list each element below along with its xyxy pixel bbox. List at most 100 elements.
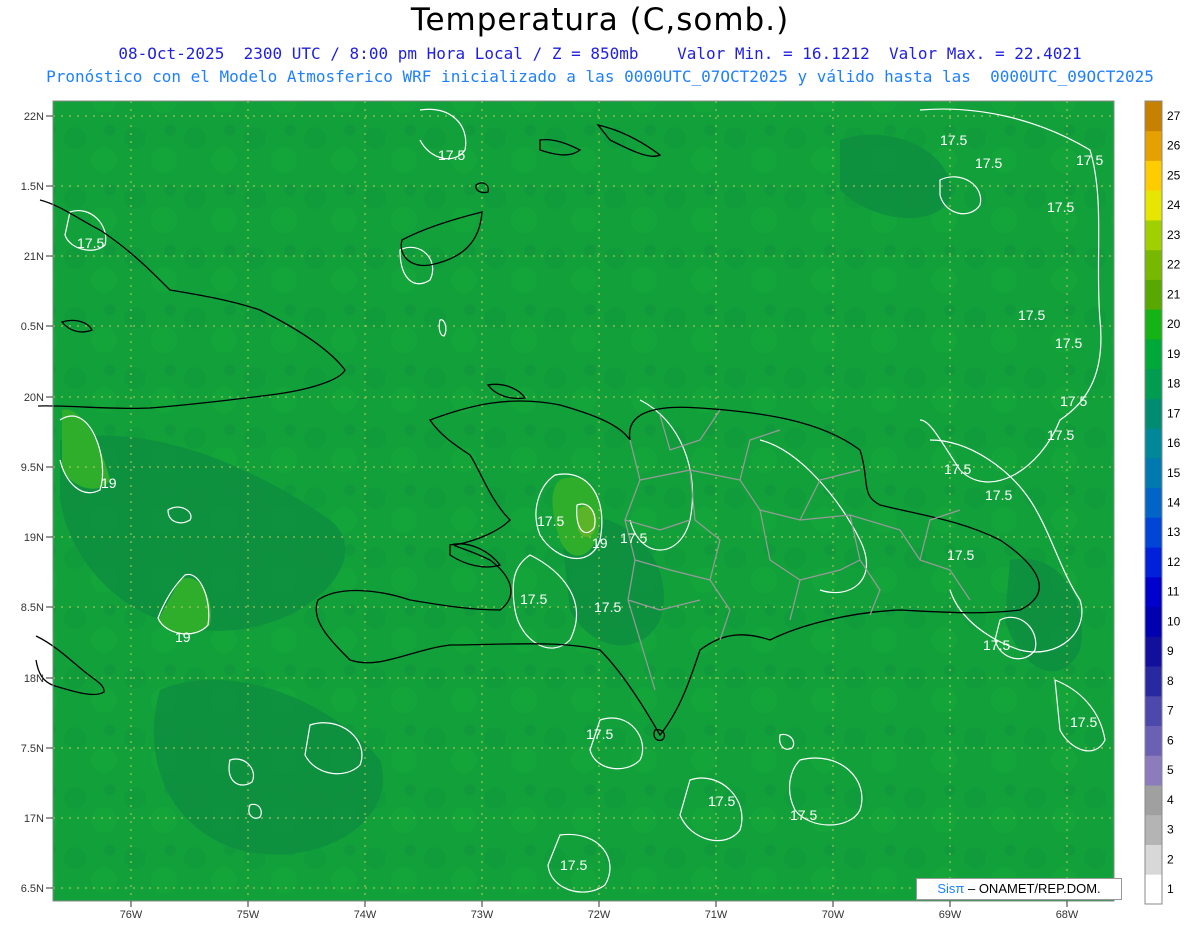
lat-label: 18N [24,673,44,685]
colorbar-label: 2 [1167,852,1174,866]
colorbar-swatch [1145,517,1162,548]
contour-label: 17.5 [438,147,465,163]
colorbar-label: 15 [1167,466,1181,480]
colorbar-swatch [1145,398,1162,429]
colorbar-swatch [1145,130,1162,161]
colorbar-label: 12 [1167,555,1181,569]
contour-label: 17.5 [586,726,613,742]
contour-label: 17.5 [983,637,1010,653]
contour-label: 17.5 [975,155,1002,171]
colorbar-swatch [1145,666,1162,697]
lon-label: 71W [705,909,728,921]
colorbar-label: 7 [1167,704,1174,718]
lat-labels: 22N 1.5N 21N 0.5N 20N 9.5N 19N 8.5N 18N … [21,111,44,895]
colorbar-swatch [1145,220,1162,251]
colorbar-swatch [1145,279,1162,310]
colorbar-label: 21 [1167,287,1181,301]
lon-labels: 76W 75W 74W 73W 72W 71W 70W 69W 68W [120,909,1079,921]
colorbar-swatch [1145,368,1162,399]
colorbar-swatch [1145,338,1162,370]
colorbar-swatch [1145,874,1162,905]
contour-label: 17.5 [560,857,587,873]
lon-label: 70W [822,909,845,921]
contour-label: 19 [592,535,608,551]
colorbar-label: 6 [1167,733,1174,747]
colorbar-label: 22 [1167,258,1181,272]
credit-text: – ONAMET/REP.DOM. [964,881,1101,896]
lat-label: 0.5N [21,321,44,333]
colorbar-label: 18 [1167,377,1181,391]
lat-label: 17N [24,813,44,825]
colorbar-swatch [1145,814,1162,845]
lon-label: 75W [237,909,260,921]
lon-label: 73W [471,909,494,921]
contour-label: 17.5 [1076,152,1103,168]
contour-label: 17.5 [520,591,547,607]
lon-ticks [130,901,1068,907]
contour-label: 17.5 [947,547,974,563]
colorbar-label: 20 [1167,317,1181,331]
lat-label: 9.5N [21,462,44,474]
contour-label: 17.5 [944,461,971,477]
lat-label: 1.5N [21,181,44,193]
lon-label: 68W [1056,909,1079,921]
contour-label: 17.5 [985,487,1012,503]
colorbar-swatch [1145,190,1162,221]
colorbar-swatch [1145,160,1162,191]
colorbar-label: 26 [1167,139,1181,153]
colorbar-swatch [1145,457,1162,489]
lon-label: 74W [354,909,377,921]
colorbar-swatch [1145,606,1162,637]
lat-label: 7.5N [21,743,44,755]
lat-label: 6.5N [21,883,44,895]
colorbar-label: 27 [1167,109,1181,123]
lon-label: 69W [939,909,962,921]
colorbar-swatch [1145,755,1162,786]
colorbar-swatch [1145,576,1162,608]
colorbar-label: 17 [1167,406,1181,420]
contour-label: 19 [175,629,191,645]
contour-label: 17.5 [1060,393,1087,409]
colorbar-swatch [1145,428,1162,459]
colorbar-label: 11 [1167,585,1180,599]
colorbar-label: 10 [1167,615,1181,629]
colorbar-swatch [1145,249,1162,280]
colorbar-label: 9 [1167,644,1174,658]
contour-label: 17.5 [1047,199,1074,215]
colorbar-label: 16 [1167,436,1181,450]
contour-label: 17.5 [708,793,735,809]
lat-label: 20N [24,392,44,404]
contour-label: 17.5 [77,235,104,251]
lat-label: 8.5N [21,602,44,614]
colorbar-swatch [1145,785,1162,816]
colorbar-label: 1 [1167,882,1174,896]
colorbar-label: 14 [1167,496,1181,510]
contour-label: 17.5 [537,513,564,529]
contour-label: 17.5 [940,132,967,148]
colorbar: 1234567891011121314151617181920212223242… [1144,100,1181,905]
colorbar-swatch [1145,101,1162,132]
contour-label: 17.5 [1070,714,1097,730]
credit-box: Sisπ – ONAMET/REP.DOM. [916,878,1122,900]
colorbar-swatch [1145,725,1162,756]
colorbar-label: 3 [1167,823,1174,837]
lat-label: 21N [24,251,44,263]
contour-label: 17.5 [1055,335,1082,351]
colorbar-swatch [1145,547,1162,578]
sispi-logo: Sisπ [937,881,965,896]
colorbar-swatch [1145,487,1162,518]
colorbar-swatch [1145,636,1162,667]
colorbar-label: 24 [1167,198,1181,212]
colorbar-label: 8 [1167,674,1174,688]
contour-label: 17.5 [790,807,817,823]
colorbar-label: 23 [1167,228,1181,242]
colorbar-swatch [1145,309,1162,340]
contour-label: 17.5 [594,599,621,615]
colorbar-label: 25 [1167,168,1181,182]
map-canvas: 22N 1.5N 21N 0.5N 20N 9.5N 19N 8.5N 18N … [21,100,1181,921]
lat-ticks [46,115,53,889]
lat-label: 22N [24,111,44,123]
colorbar-label: 19 [1167,347,1181,361]
contour-label: 17.5 [620,530,647,546]
colorbar-swatch [1145,844,1162,875]
